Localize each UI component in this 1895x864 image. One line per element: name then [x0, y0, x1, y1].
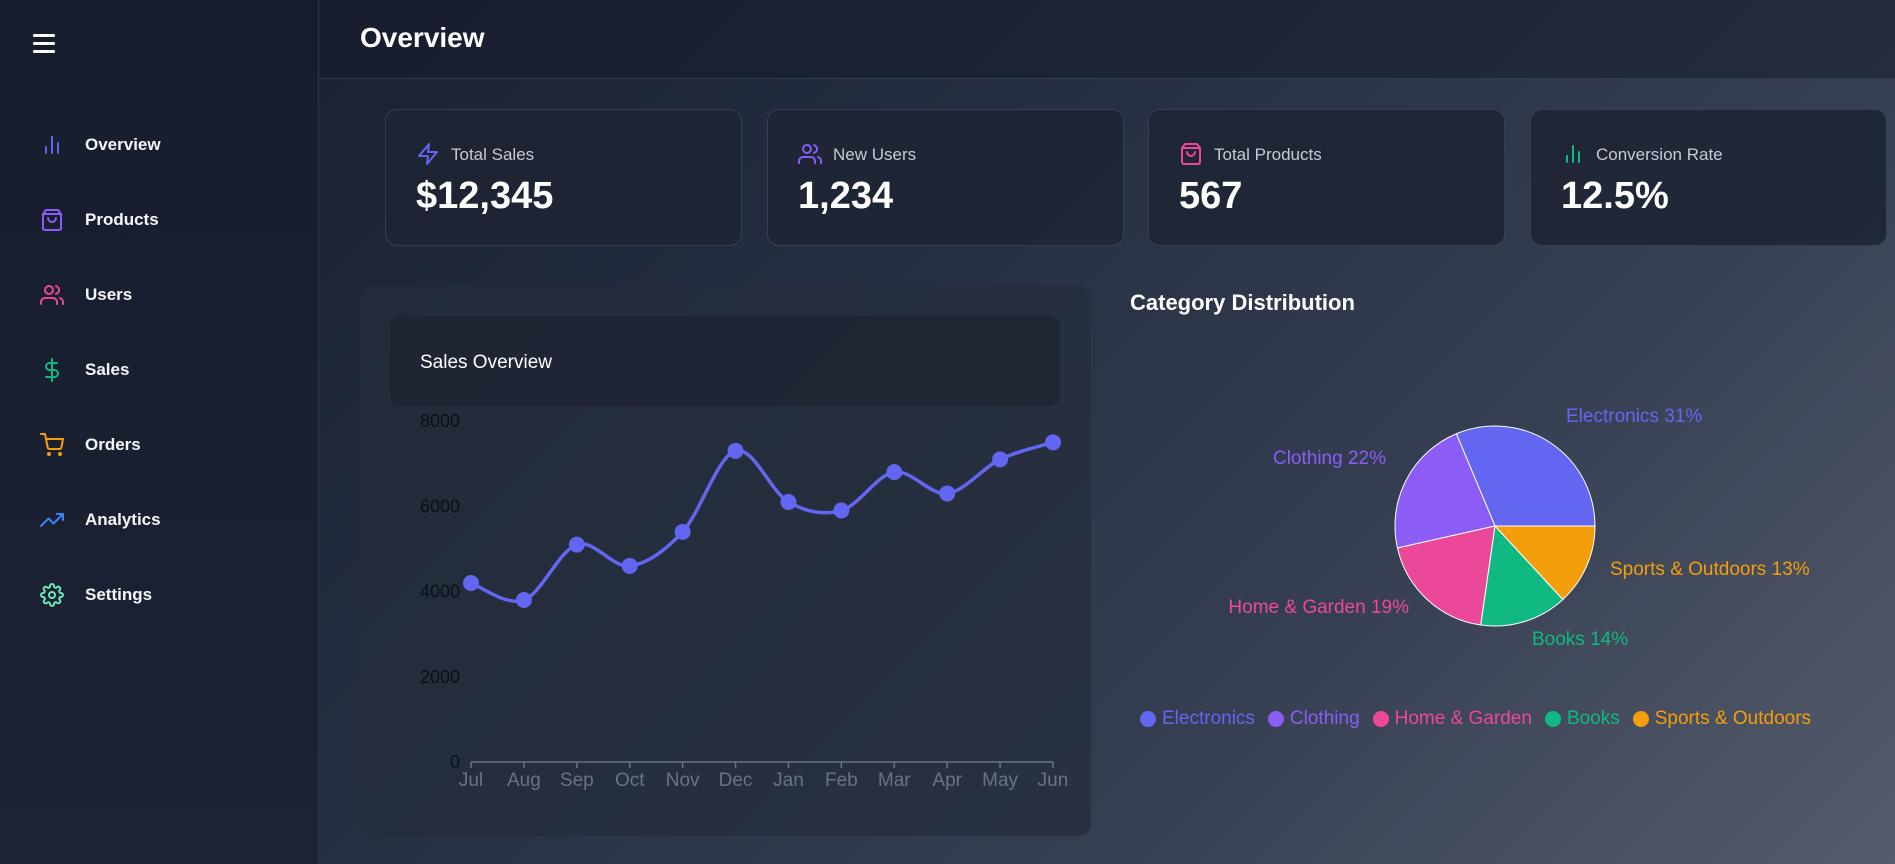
sidebar-item-analytics[interactable]: Analytics	[0, 495, 319, 545]
stat-value: 12.5%	[1561, 175, 1669, 217]
y-tick-label: 4000	[420, 582, 460, 602]
users-icon	[798, 144, 822, 164]
stat-label: Total Sales	[451, 145, 535, 164]
legend-label: Sports & Outdoors	[1654, 708, 1812, 729]
legend-dot	[1140, 711, 1156, 727]
sidebar-item-users[interactable]: Users	[0, 270, 319, 320]
sales-data-point[interactable]	[1045, 434, 1061, 451]
x-tick-label: Oct	[615, 770, 645, 791]
legend-label: Electronics	[1162, 708, 1255, 729]
shopping-cart-icon	[40, 433, 64, 456]
sidebar-item-products[interactable]: Products	[0, 195, 319, 245]
legend-label: Books	[1566, 708, 1620, 729]
sidebar-item-settings[interactable]: Settings	[0, 570, 319, 620]
dollar-icon	[45, 358, 59, 382]
x-tick-label: Jul	[459, 770, 483, 791]
y-tick-label: 2000	[420, 667, 460, 687]
legend-label: Home & Garden	[1394, 708, 1532, 729]
sales-data-point[interactable]	[568, 536, 585, 553]
sidebar-item-label: Orders	[85, 435, 141, 454]
pie-slice-label: Sports & Outdoors 13%	[1610, 559, 1810, 580]
category-distribution-title: Category Distribution	[1130, 290, 1355, 315]
sidebar-item-overview[interactable]: Overview	[0, 120, 319, 170]
top-header: Overview	[320, 0, 1895, 79]
stat-value: 567	[1179, 175, 1243, 217]
hamburger-menu-icon[interactable]	[30, 30, 60, 56]
sales-overview-panel: Sales Overview 0 2000 4000 6000 8000 Jul Aug Se…	[360, 286, 1091, 836]
sales-data-point[interactable]	[833, 502, 850, 519]
x-tick-label: May	[982, 770, 1018, 791]
x-tick-label: Jun	[1038, 770, 1069, 791]
sales-line-chart: 0 2000 4000 6000 8000 Jul Aug Sep Oct Nov Dec Jan Fe…	[420, 411, 1069, 791]
users-icon	[40, 285, 64, 305]
legend-item[interactable]: Electronics	[1140, 708, 1255, 730]
sales-data-point[interactable]	[515, 592, 532, 609]
sidebar: Overview Products Users Sales Orders Ana…	[0, 0, 319, 864]
sales-series-line	[470, 440, 1054, 603]
stat-label: New Users	[833, 145, 917, 164]
x-tick-label: Mar	[878, 770, 911, 791]
legend-item[interactable]: Home & Garden	[1372, 708, 1532, 730]
legend-dot	[1372, 711, 1389, 727]
y-tick-label: 6000	[420, 496, 460, 516]
sidebar-item-label: Users	[85, 285, 133, 304]
sales-data-point[interactable]	[939, 485, 956, 502]
sales-data-point[interactable]	[463, 574, 479, 591]
sidebar-item-label: Products	[85, 210, 159, 229]
sidebar-item-label: Overview	[85, 135, 161, 154]
shopping-bag-icon	[1181, 143, 1201, 165]
sales-data-point[interactable]	[992, 451, 1009, 468]
stat-card-total-products: Total Products 567	[1148, 109, 1505, 246]
x-tick-label: Sep	[560, 770, 594, 791]
legend-label: Clothing	[1289, 708, 1360, 729]
sidebar-item-sales[interactable]: Sales	[0, 345, 319, 395]
pie-slice-label: Books 14%	[1532, 629, 1628, 650]
zap-icon	[418, 143, 438, 165]
y-tick-label: 8000	[420, 411, 460, 431]
pie-slice-label: Electronics 31%	[1566, 406, 1702, 427]
sales-data-point[interactable]	[780, 493, 797, 510]
stat-label: Conversion Rate	[1596, 145, 1723, 164]
legend-dot	[1544, 711, 1561, 727]
legend-dot	[1267, 711, 1284, 727]
y-tick-label: 0	[450, 752, 460, 772]
stat-card-new-users: New Users 1,234	[767, 109, 1124, 246]
pie-legend: Electronics Clothing Home & Garden Books Spo…	[1140, 708, 1811, 730]
sales-data-point[interactable]	[886, 464, 903, 481]
category-pie-chart: Electronics 31% Clothing 22% Home & Garden…	[1228, 406, 1810, 650]
stat-value: 1,234	[798, 175, 894, 217]
sales-data-point[interactable]	[674, 523, 691, 540]
pie-slice-label: Clothing 22%	[1273, 448, 1386, 469]
sales-data-point[interactable]	[621, 557, 638, 574]
x-tick-label: Feb	[825, 770, 858, 791]
stat-card-total-sales: Total Sales $12,345	[385, 109, 742, 246]
sidebar-item-label: Settings	[85, 585, 153, 604]
trending-up-icon	[40, 513, 64, 527]
stat-value: $12,345	[416, 175, 554, 217]
legend-dot	[1632, 711, 1649, 727]
sidebar-item-label: Analytics	[85, 510, 161, 529]
sales-data-point[interactable]	[727, 442, 744, 459]
bar-chart-icon	[1566, 145, 1580, 163]
x-tick-label: Nov	[666, 770, 700, 791]
x-tick-label: Apr	[932, 770, 962, 791]
gear-icon	[40, 583, 64, 607]
x-tick-label: Jan	[773, 770, 804, 791]
x-tick-label: Dec	[719, 770, 753, 791]
shopping-bag-icon	[42, 209, 62, 231]
stat-card-conversion-rate: Conversion Rate 12.5%	[1530, 109, 1887, 246]
sidebar-item-label: Sales	[85, 360, 130, 379]
legend-item[interactable]: Clothing	[1267, 708, 1360, 730]
stat-label: Total Products	[1214, 145, 1322, 164]
x-tick-label: Aug	[507, 770, 541, 791]
sidebar-item-orders[interactable]: Orders	[0, 420, 319, 470]
legend-item[interactable]: Books	[1544, 708, 1620, 730]
bar-chart-icon	[45, 136, 59, 154]
page-title: Overview	[360, 22, 485, 53]
pie-slice-label: Home & Garden 19%	[1228, 597, 1409, 618]
legend-item[interactable]: Sports & Outdoors	[1632, 708, 1812, 730]
